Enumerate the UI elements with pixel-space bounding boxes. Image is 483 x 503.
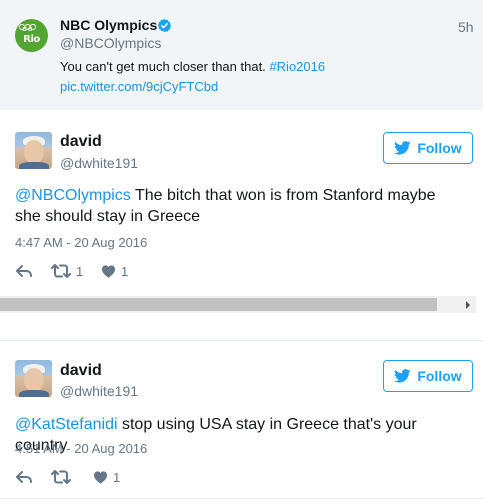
avatar-text: Rio — [23, 34, 40, 45]
avatar[interactable] — [15, 132, 52, 169]
author-handle[interactable]: @dwhite191 — [60, 155, 138, 171]
quoted-timestamp[interactable]: 5h — [458, 19, 474, 35]
reply-button[interactable] — [15, 468, 33, 486]
like-count: 1 — [121, 263, 129, 279]
like-button[interactable]: 1 — [93, 468, 120, 486]
quoted-author-handle[interactable]: @NBCOlympics — [60, 35, 161, 51]
quoted-author-name[interactable]: NBC Olympics — [60, 17, 157, 33]
scroll-right-arrow-icon — [465, 300, 470, 309]
bottom-divider — [0, 498, 483, 499]
quoted-text-body: You can't get much closer than that. — [60, 59, 266, 74]
media-link[interactable]: pic.twitter.com/9cjCyFTCbd — [60, 79, 218, 94]
follow-label: Follow — [417, 140, 462, 156]
tweet-divider — [0, 340, 483, 341]
like-count: 1 — [113, 469, 121, 485]
tweet-text: @NBCOlympics The bitch that won is from … — [15, 185, 465, 227]
heart-icon — [93, 471, 108, 484]
reply-icon — [16, 471, 32, 483]
author-handle[interactable]: @dwhite191 — [60, 383, 138, 399]
retweet-icon — [51, 264, 71, 278]
tweet-date[interactable]: 4:51 AM - 20 Aug 2016 — [15, 441, 147, 456]
twitter-bird-icon — [394, 141, 411, 155]
author-name[interactable]: david — [60, 362, 102, 380]
mention-link[interactable]: @NBCOlympics — [15, 187, 131, 204]
verified-icon — [157, 18, 172, 33]
mention-link[interactable]: @KatStefanidi — [15, 416, 118, 433]
tweet-actions: 1 1 — [15, 262, 155, 280]
horizontal-scrollbar[interactable] — [0, 296, 476, 313]
retweet-icon — [51, 470, 71, 484]
retweet-count: 1 — [76, 263, 84, 279]
scroll-thumb[interactable] — [0, 298, 437, 311]
quoted-tweet[interactable]: Rio NBC Olympics @NBCOlympics 5h You can… — [0, 0, 483, 110]
author-name[interactable]: david — [60, 133, 102, 151]
like-button[interactable]: 1 — [101, 262, 128, 280]
follow-button[interactable]: Follow — [383, 360, 473, 392]
scroll-right-button[interactable] — [459, 296, 476, 313]
reply-button[interactable] — [15, 262, 33, 280]
tweet-actions: 1 — [15, 468, 155, 486]
avatar[interactable] — [15, 360, 52, 397]
heart-icon — [101, 265, 116, 278]
tweet-date[interactable]: 4:47 AM - 20 Aug 2016 — [15, 235, 147, 250]
retweet-button[interactable] — [51, 468, 76, 486]
follow-button[interactable]: Follow — [383, 132, 473, 164]
quoted-tweet-text: You can't get much closer than that. #Ri… — [60, 59, 325, 74]
retweet-button[interactable]: 1 — [51, 262, 83, 280]
twitter-bird-icon — [394, 369, 411, 383]
rio-logo: Rio — [15, 19, 48, 52]
follow-label: Follow — [417, 368, 462, 384]
reply-icon — [16, 265, 32, 277]
hashtag-link[interactable]: #Rio2016 — [269, 59, 325, 74]
olympic-rings-icon — [18, 24, 37, 31]
